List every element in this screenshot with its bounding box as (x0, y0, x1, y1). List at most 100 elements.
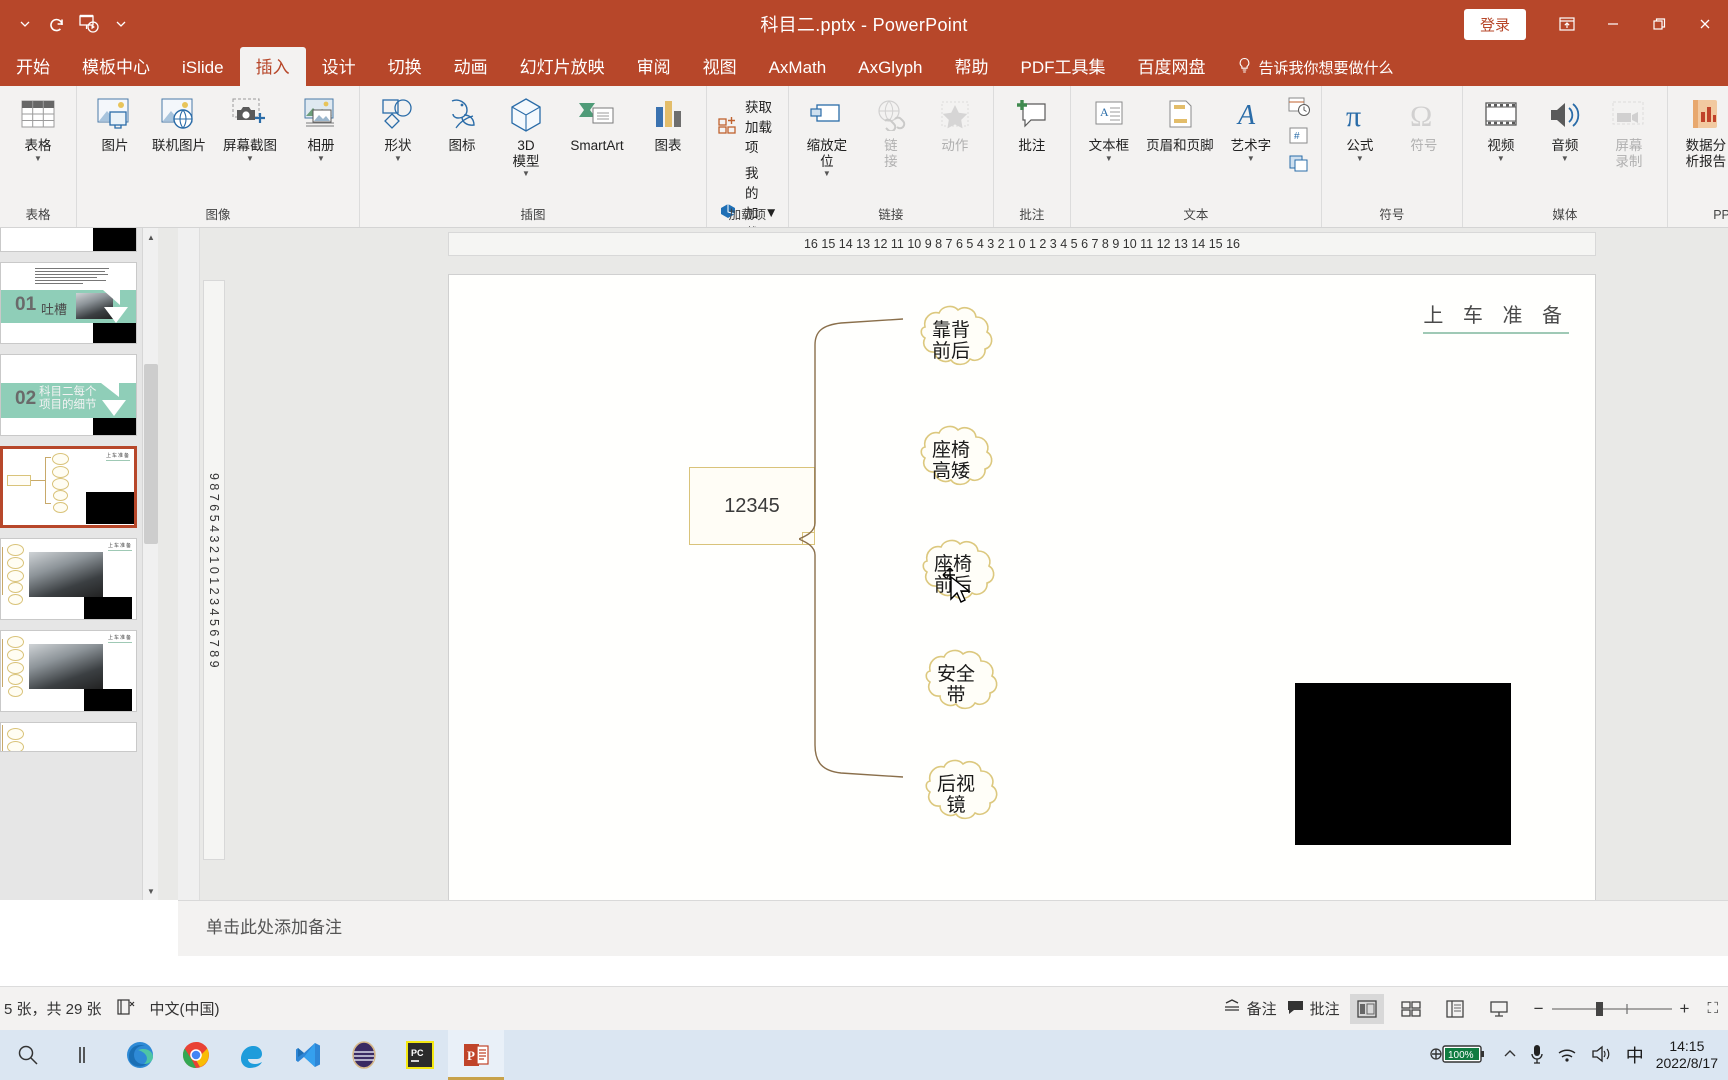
minimize-button[interactable] (1590, 0, 1636, 48)
symbol-button[interactable]: Ω 符号 (1392, 90, 1456, 154)
slide-thumbnail-01[interactable]: 01 吐槽 (0, 262, 137, 344)
chevron-down-icon[interactable]: ▼ (246, 154, 254, 163)
shapes-button[interactable]: 形状 ▼ (366, 90, 430, 163)
wifi-icon[interactable] (1556, 1044, 1578, 1067)
zoom-in-button[interactable]: + (1672, 999, 1698, 1019)
restore-button[interactable] (1636, 0, 1682, 48)
start-slideshow-icon[interactable] (74, 9, 104, 39)
tab-14[interactable]: 百度网盘 (1121, 47, 1221, 86)
ribbon-display-options-button[interactable] (1544, 0, 1590, 48)
chrome-icon[interactable] (168, 1030, 224, 1080)
icons-button[interactable]: 图标 (430, 90, 494, 154)
thumbnail-row[interactable]: 上车准备 (0, 630, 148, 712)
slide-thumbnail-diagram-photo-1[interactable]: 上车准备 (0, 538, 137, 620)
reading-view-button[interactable] (1438, 994, 1472, 1024)
normal-view-button[interactable] (1349, 993, 1384, 1024)
chart-button[interactable]: 图表 (636, 90, 700, 154)
thumbnail-row[interactable] (0, 228, 148, 252)
slide-thumbnail-partial-bottom[interactable] (0, 722, 137, 752)
left-splitter[interactable] (178, 228, 200, 900)
tab-2[interactable]: iSlide (166, 52, 240, 86)
action-button[interactable]: 动作 (923, 90, 987, 154)
slide-canvas[interactable]: 上 车 准 备 12345 靠背前后 座椅高矮 座椅前后 安全带 后视镜 (448, 274, 1596, 920)
thumbnail-scrollbar[interactable]: ▲ ▼ (142, 228, 158, 900)
scroll-down-arrow-icon[interactable]: ▼ (143, 882, 158, 900)
chevron-down-icon[interactable]: ▼ (1356, 154, 1364, 163)
search-icon[interactable] (0, 1030, 56, 1080)
video-button[interactable]: 视频 ▼ (1469, 90, 1533, 163)
task-view-icon[interactable] (56, 1030, 112, 1080)
online-picture-button[interactable]: 联机图片 (147, 90, 211, 154)
tab-12[interactable]: 帮助 (938, 47, 1004, 86)
center-text-box[interactable]: 12345 (689, 467, 815, 545)
slide-thumbnail-partial-top[interactable] (0, 228, 137, 252)
slide-thumbnail-02[interactable]: 02 科目二每个项目的细节 (0, 354, 137, 436)
thumbnail-row[interactable] (0, 722, 148, 752)
language-label[interactable]: 中文(中国) (150, 998, 220, 1019)
zoom-button[interactable]: 缩放定 位 ▼ (795, 90, 859, 178)
date-time-icon[interactable] (1287, 96, 1311, 123)
thumbnail-row[interactable]: 上车准备 (0, 538, 148, 620)
tab-9[interactable]: 视图 (687, 47, 753, 86)
tab-8[interactable]: 审阅 (621, 47, 687, 86)
battery-icon[interactable]: 100% (1428, 1042, 1490, 1069)
tab-13[interactable]: PDF工具集 (1004, 47, 1121, 86)
data-report-button[interactable]: 数据分 析报告 (1674, 90, 1728, 169)
slide-thumbnail-panel[interactable]: 01 吐槽 02 科目二每个项目的细节 上车准备 上车准备 上车准备 ▲ ▼ (0, 228, 158, 900)
thumbnail-row[interactable]: 01 吐槽 (0, 262, 148, 344)
volume-icon[interactable] (1590, 1044, 1614, 1067)
qat-dropdown-left-icon[interactable] (10, 9, 40, 39)
get-addins-button[interactable]: 获取加载项 (717, 96, 778, 156)
tab-10[interactable]: AxMath (753, 52, 843, 86)
zoom-slider[interactable]: − + (1526, 999, 1698, 1019)
tell-me-box[interactable]: 告诉我你想要做什么 (1221, 51, 1405, 86)
photo-album-button[interactable]: 相册 ▼ (289, 90, 353, 163)
chevron-down-icon[interactable]: ▼ (317, 154, 325, 163)
login-button[interactable]: 登录 (1463, 8, 1526, 40)
screenshot-button[interactable]: 屏幕截图 ▼ (211, 90, 289, 163)
slide-sorter-view-button[interactable] (1394, 994, 1428, 1024)
equation-button[interactable]: π 公式 ▼ (1328, 90, 1392, 163)
screen-record-button[interactable]: 屏幕 录制 (1597, 90, 1661, 169)
tab-0[interactable]: 开始 (0, 47, 66, 86)
proofing-icon[interactable] (116, 998, 136, 1020)
qat-customize-icon[interactable] (106, 9, 136, 39)
ime-indicator[interactable]: 中 (1626, 1042, 1644, 1068)
cloud-shape-4[interactable]: 后视镜 (904, 757, 1008, 835)
edge-icon[interactable] (112, 1030, 168, 1080)
tab-11[interactable]: AxGlyph (842, 52, 938, 86)
chevron-down-icon[interactable]: ▼ (394, 154, 402, 163)
powerpoint-icon[interactable]: P (448, 1030, 504, 1080)
picture-button[interactable]: 图片 (83, 90, 147, 154)
tab-5[interactable]: 切换 (372, 47, 438, 86)
video-placeholder[interactable] (1295, 683, 1511, 845)
vscode-icon[interactable] (280, 1030, 336, 1080)
slide-number-icon[interactable]: # (1287, 126, 1311, 151)
ie-edge-legacy-icon[interactable] (224, 1030, 280, 1080)
tab-7[interactable]: 幻灯片放映 (504, 47, 621, 86)
slideshow-view-button[interactable] (1482, 994, 1516, 1024)
chevron-down-icon[interactable]: ▼ (823, 170, 831, 178)
slide-count-label[interactable]: 5 张，共 29 张 (4, 998, 102, 1019)
3d-model-button[interactable]: 3D 模型 ▼ (494, 90, 558, 178)
comment-button[interactable]: 批注 (1000, 90, 1064, 154)
cloud-shape-1[interactable]: 座椅 高矮 (899, 423, 1003, 501)
pycharm-icon[interactable]: PC (392, 1030, 448, 1080)
chevron-down-icon[interactable]: ▼ (522, 170, 530, 178)
clock[interactable]: 14:15 2022/8/17 (1656, 1038, 1718, 1073)
chevron-down-icon[interactable]: ▼ (1497, 154, 1505, 163)
close-button[interactable] (1682, 0, 1728, 48)
show-hidden-icons-chevron-up-icon[interactable] (1502, 1047, 1518, 1064)
app-purple-icon[interactable] (336, 1030, 392, 1080)
link-button[interactable]: 链 接 (859, 90, 923, 169)
notes-button[interactable]: 备注 (1222, 998, 1277, 1019)
chevron-down-icon[interactable]: ▼ (34, 154, 42, 163)
thumbnail-row[interactable]: 02 科目二每个项目的细节 (0, 354, 148, 436)
chevron-down-icon[interactable]: ▼ (1561, 154, 1569, 163)
header-footer-button[interactable]: 页眉和页脚 (1141, 90, 1219, 154)
cloud-shape-0[interactable]: 靠背 前后 (899, 303, 1003, 381)
thumbnail-row[interactable]: 上车准备 (0, 446, 148, 528)
tab-1[interactable]: 模板中心 (66, 47, 166, 86)
microphone-icon[interactable] (1530, 1043, 1544, 1068)
chevron-down-icon[interactable]: ▼ (1247, 154, 1255, 163)
